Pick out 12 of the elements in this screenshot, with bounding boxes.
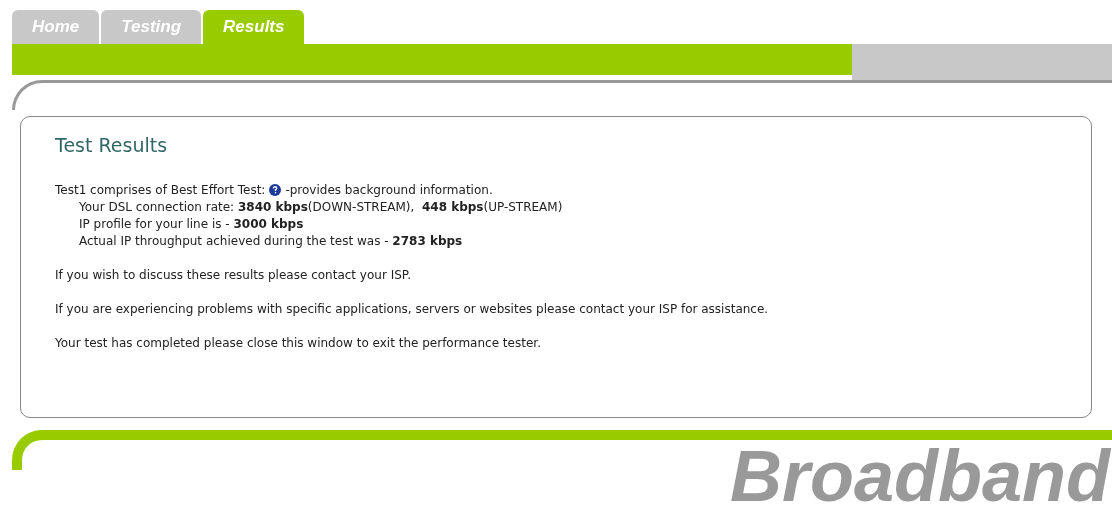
info-text: If you wish to discuss these results please contact your ISP. (55, 266, 412, 284)
help-icon[interactable] (269, 184, 282, 196)
result-line: Actual IP throughput achieved during the test was - 2783 kbps (78, 232, 464, 250)
brand-text: Broadband (730, 436, 1110, 516)
nav-tab[interactable]: Results (203, 10, 305, 44)
result-line: Your DSL connection rate: 3840 kbps(DOWN-STREAM), 448 kbps(UP-STREAM) (78, 198, 564, 216)
intro-text: -provides background information. (285, 181, 493, 199)
intro-text: Test1 comprises of Best Effort Test: (55, 181, 266, 199)
info-text: If you are experiencing problems with specific applications, servers or websites please contact your ISP for assistance. (55, 300, 770, 318)
info-text: Your test has completed please close this window to exit the performance tester. (55, 334, 542, 352)
panel-title: Test Results (55, 133, 169, 158)
result-line: IP profile for your line is - 3000 kbps (78, 215, 305, 233)
